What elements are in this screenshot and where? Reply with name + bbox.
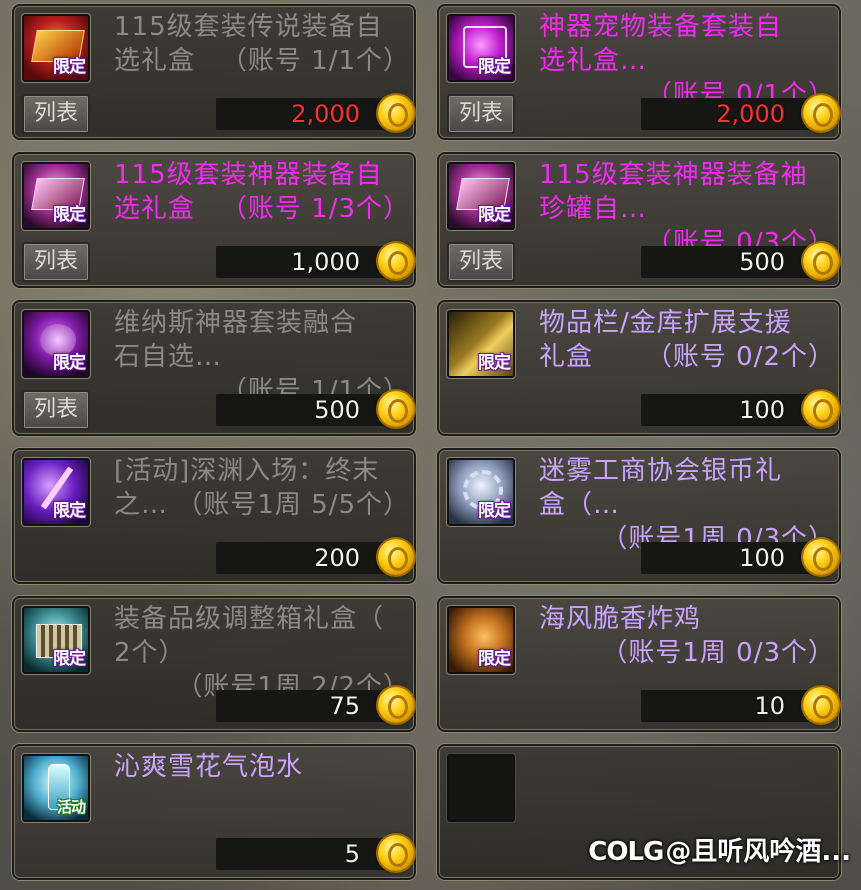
gold-coin-icon — [803, 95, 839, 131]
empty-item-slot — [447, 754, 515, 822]
item-title: 神器宠物装备套装自 选礼盒… （账号 0/1个） — [539, 12, 835, 110]
shop-item-card[interactable]: 限定 115级套装传说装备自 选礼盒 （账号 1/1个） 列表 2,000 — [12, 4, 416, 140]
gold-coin-icon — [378, 95, 414, 131]
item-price: 2,000 — [716, 100, 785, 128]
purchase-limit: （账号1周 0/3个） — [601, 638, 835, 668]
gift-box-pink-icon: 限定 — [22, 162, 90, 230]
item-title: 物品栏/金库扩展支援 礼盒 （账号 0/2个） — [539, 308, 835, 372]
colg-logo: COLG — [588, 837, 664, 867]
item-price: 500 — [314, 396, 360, 424]
item-price: 1,000 — [291, 248, 360, 276]
item-title: 迷雾工商协会银币礼 盒（… （账号1周 0/3个） — [539, 456, 835, 554]
price-bar: 1,000 — [216, 243, 414, 279]
purchase-limit: （账号 1/1个） — [220, 46, 410, 76]
gold-box-icon: 限定 — [447, 310, 515, 378]
shop-item-card[interactable]: 限定 迷雾工商协会银币礼 盒（… （账号1周 0/3个） 100 — [437, 448, 841, 584]
gold-coin-icon — [803, 687, 839, 723]
silver-coin-box-icon: 限定 — [447, 458, 515, 526]
price-bar: 5 — [216, 835, 414, 871]
abyss-ticket-icon: 限定 — [22, 458, 90, 526]
item-price: 100 — [739, 544, 785, 572]
gold-coin-icon — [803, 243, 839, 279]
item-title: 115级套装神器装备袖 珍罐自… （账号 0/3个） — [539, 160, 835, 258]
gold-coin-icon — [378, 835, 414, 871]
list-button[interactable]: 列表 — [447, 94, 515, 134]
item-title: 沁爽雪花气泡水 — [114, 752, 304, 782]
price-bar: 2,000 — [216, 95, 414, 131]
gold-coin-icon — [378, 391, 414, 427]
watermark: COLG@且听风吟酒... — [588, 831, 851, 868]
gold-coin-icon — [803, 539, 839, 575]
item-title: 装备品级调整箱礼盒（ 2个） （账号1周 2/2个） — [114, 604, 410, 702]
shop-item-card[interactable]: 限定 [活动]深渊入场：终末 之… （账号1周 5/5个） 200 — [12, 448, 416, 584]
shop-item-card[interactable]: 活动 沁爽雪花气泡水 5 — [12, 744, 416, 880]
item-title: 115级套装神器装备自 选礼盒 （账号 1/3个） — [114, 160, 410, 224]
watermark-text: @且听风吟酒... — [665, 837, 851, 867]
item-title: 维纳斯神器套装融合 石自选… （账号 1/1个） — [114, 308, 410, 406]
item-title: [活动]深渊入场：终末 之… （账号1周 5/5个） — [114, 456, 410, 520]
shop-item-card[interactable]: 限定 装备品级调整箱礼盒（ 2个） （账号1周 2/2个） 75 — [12, 596, 416, 732]
shop-item-card[interactable]: 限定 物品栏/金库扩展支援 礼盒 （账号 0/2个） 100 — [437, 300, 841, 436]
gift-box-red-icon: 限定 — [22, 14, 90, 82]
item-title: 115级套装传说装备自 选礼盒 （账号 1/1个） — [114, 12, 410, 76]
item-price: 10 — [754, 692, 785, 720]
artifact-pet-box-icon: 限定 — [447, 14, 515, 82]
gold-coin-icon — [803, 391, 839, 427]
shop-item-card[interactable]: 限定 维纳斯神器套装融合 石自选… （账号 1/1个） 列表 500 — [12, 300, 416, 436]
price-bar: 500 — [216, 391, 414, 427]
price-bar: 2,000 — [641, 95, 839, 131]
gold-coin-icon — [378, 243, 414, 279]
purchase-limit: （账号1周 5/5个） — [176, 490, 410, 520]
shop-item-card[interactable]: 限定 115级套装神器装备袖 珍罐自… （账号 0/3个） 列表 500 — [437, 152, 841, 288]
shop-item-card[interactable]: 限定 115级套装神器装备自 选礼盒 （账号 1/3个） 列表 1,000 — [12, 152, 416, 288]
purchase-limit: （账号 1/3个） — [220, 194, 410, 224]
item-title: 海风脆香炸鸡 （账号1周 0/3个） — [539, 604, 835, 668]
grade-adjust-box-icon: 限定 — [22, 606, 90, 674]
fried-chicken-icon: 限定 — [447, 606, 515, 674]
price-bar: 10 — [641, 687, 839, 723]
gold-coin-icon — [378, 539, 414, 575]
soda-bottle-icon: 活动 — [22, 754, 90, 822]
shop-item-card[interactable]: 限定 海风脆香炸鸡 （账号1周 0/3个） 10 — [437, 596, 841, 732]
shop-item-card[interactable]: 限定 神器宠物装备套装自 选礼盒… （账号 0/1个） 列表 2,000 — [437, 4, 841, 140]
item-price: 2,000 — [291, 100, 360, 128]
item-price: 200 — [314, 544, 360, 572]
fusion-stone-box-icon: 限定 — [22, 310, 90, 378]
price-bar: 100 — [641, 391, 839, 427]
gift-box-pink-icon: 限定 — [447, 162, 515, 230]
item-price: 500 — [739, 248, 785, 276]
gold-coin-icon — [378, 687, 414, 723]
list-button[interactable]: 列表 — [22, 94, 90, 134]
price-bar: 200 — [216, 539, 414, 575]
list-button[interactable]: 列表 — [22, 390, 90, 430]
price-bar: 75 — [216, 687, 414, 723]
item-price: 100 — [739, 396, 785, 424]
list-button[interactable]: 列表 — [447, 242, 515, 282]
price-bar: 500 — [641, 243, 839, 279]
item-price: 5 — [344, 840, 360, 868]
purchase-limit: （账号 0/2个） — [645, 342, 835, 372]
price-bar: 100 — [641, 539, 839, 575]
item-price: 75 — [329, 692, 360, 720]
list-button[interactable]: 列表 — [22, 242, 90, 282]
